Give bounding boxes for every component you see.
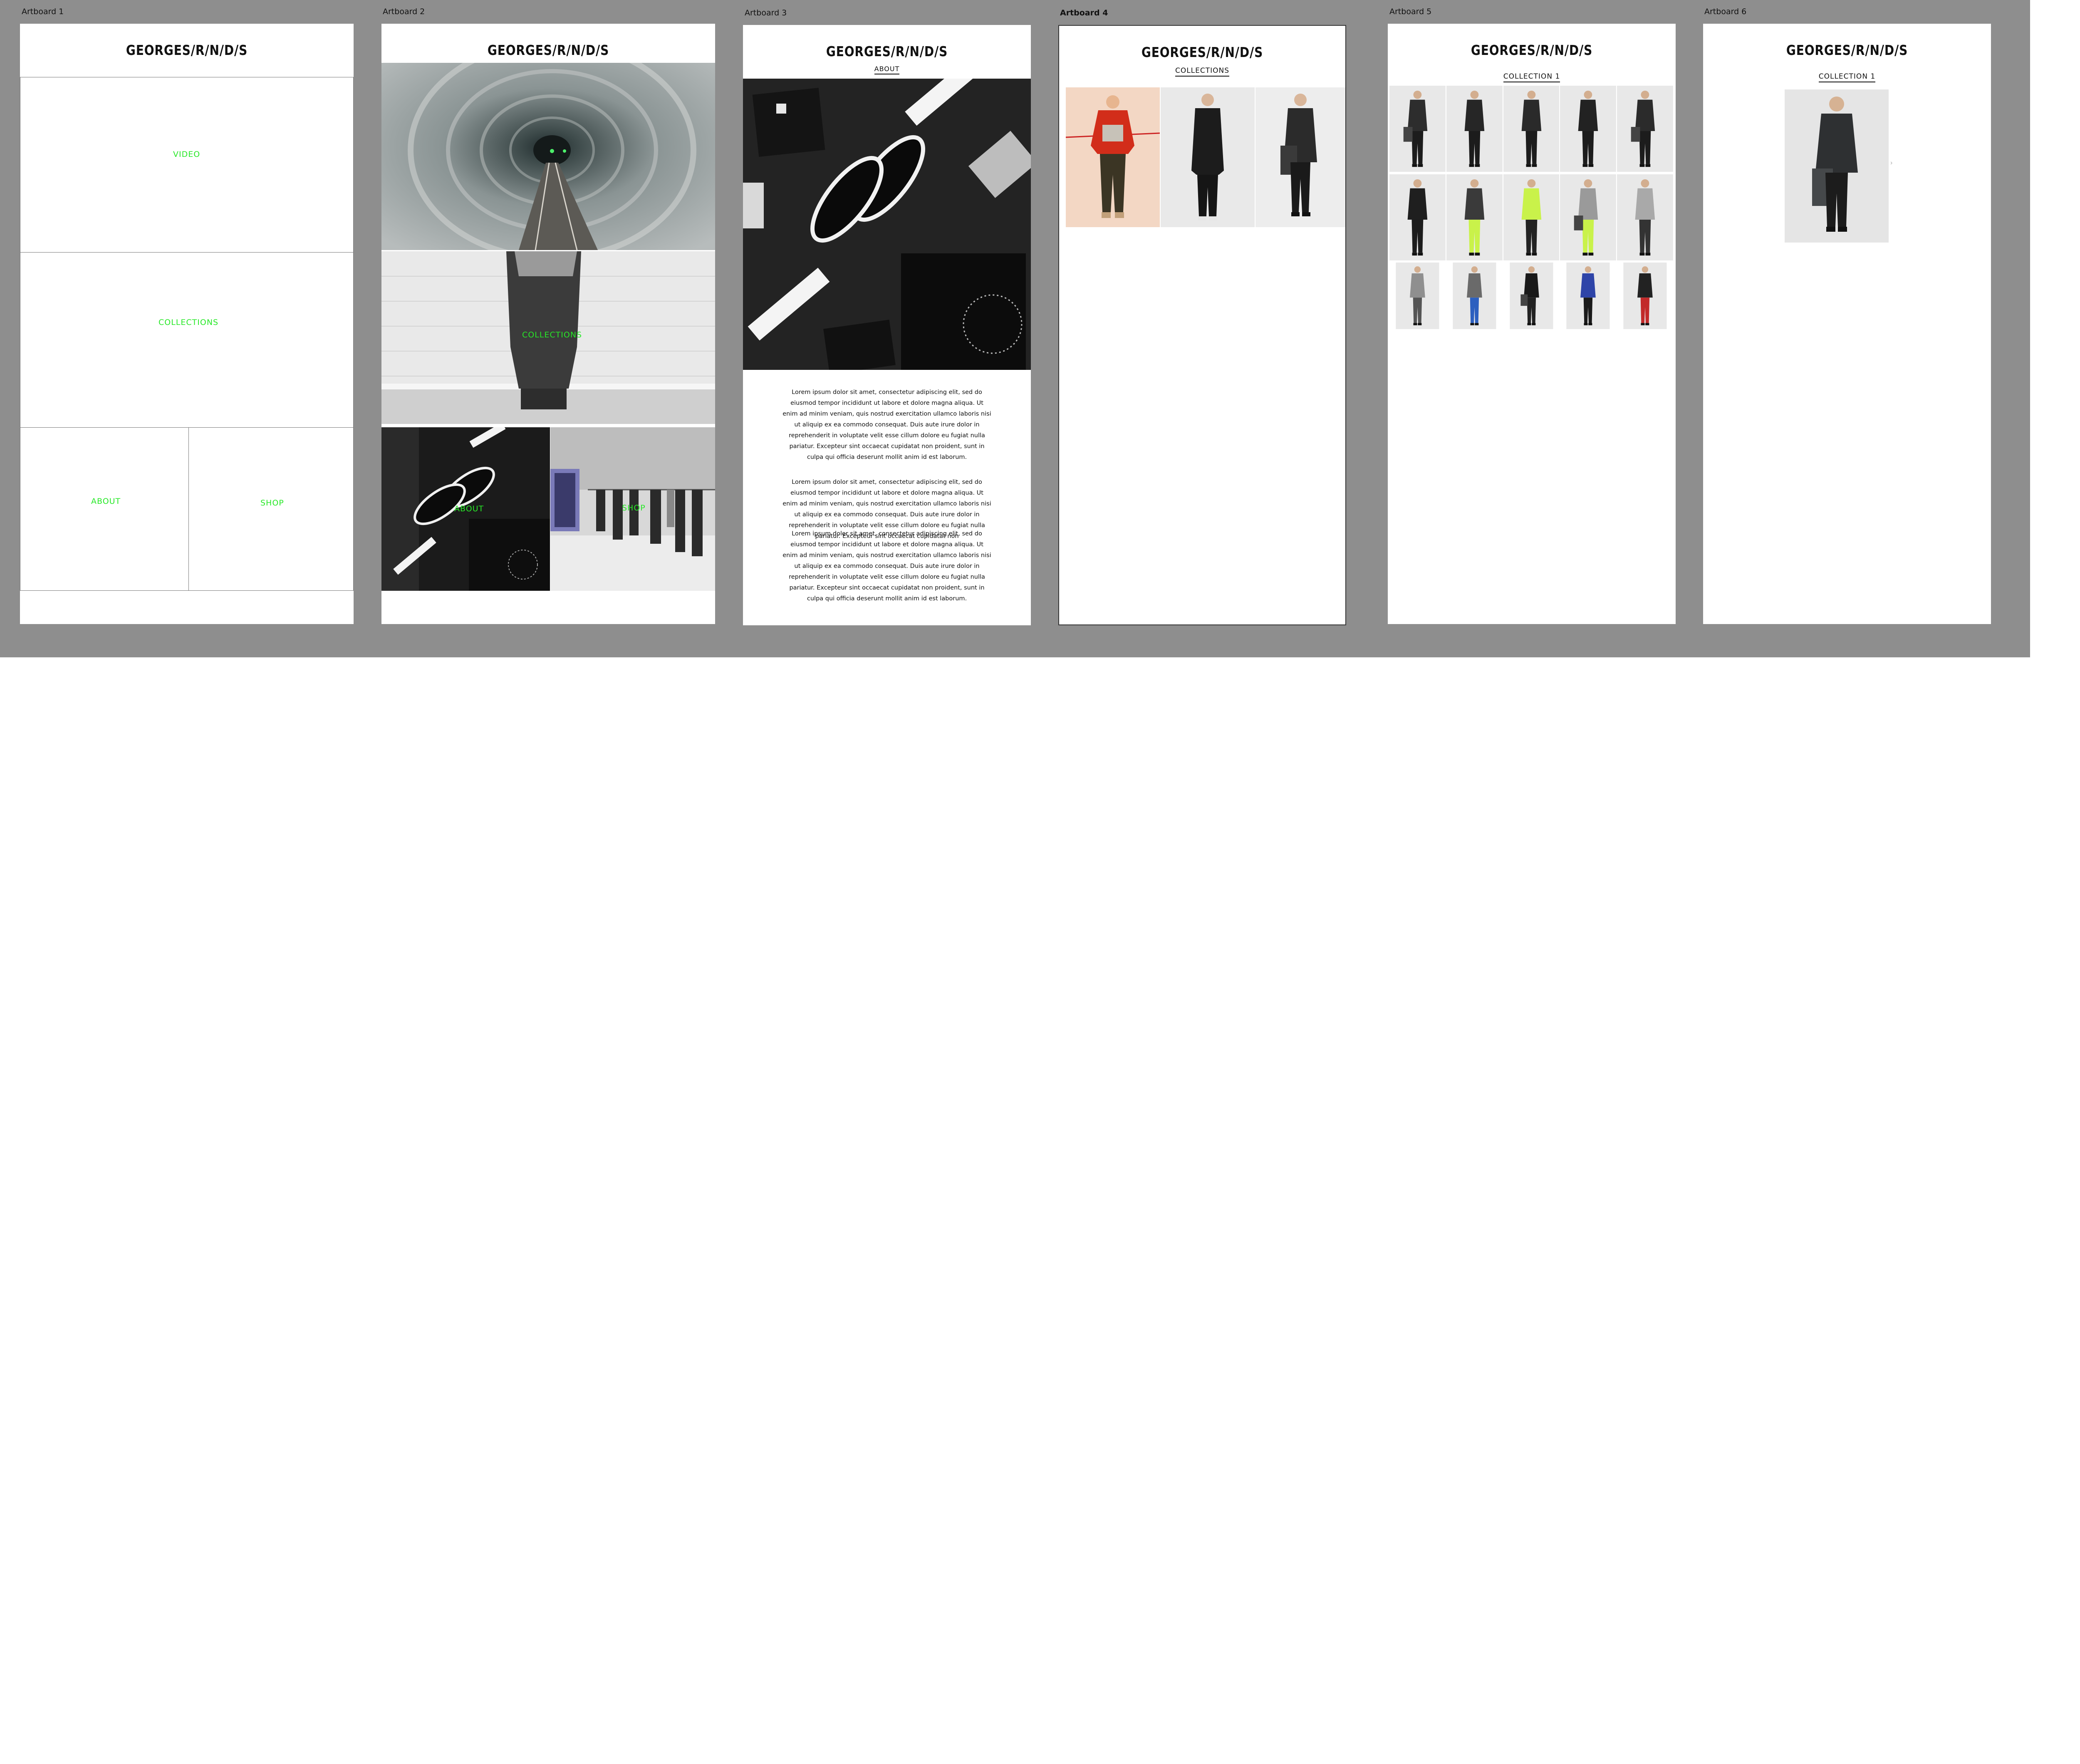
about-paragraph: Lorem ipsum dolor sit amet, consectetur …	[782, 389, 991, 461]
look-thumb[interactable]	[1446, 85, 1503, 172]
look-thumb[interactable]	[1389, 263, 1446, 329]
model-image	[1812, 97, 1858, 232]
collections-placeholder[interactable]: COLLECTIONS	[20, 252, 354, 428]
model-image	[1066, 95, 1160, 218]
brand-logo[interactable]: GEORGES/R/N/D/S	[1081, 44, 1324, 60]
look-thumb[interactable]	[1389, 85, 1446, 172]
brand-logo[interactable]: GEORGES/R/N/D/S	[765, 43, 1009, 59]
look-thumb[interactable]	[1446, 263, 1503, 329]
next-arrow-icon[interactable]: ›	[1890, 159, 1894, 168]
page-title: COLLECTION 1	[1388, 72, 1676, 82]
artboard-label: Artboard 3	[745, 8, 787, 17]
collection-thumb-2[interactable]	[1161, 87, 1255, 227]
page-title: COLLECTIONS	[1059, 67, 1345, 77]
shop-label: SHOP	[260, 498, 284, 508]
artboard-3[interactable]: GEORGES/R/N/D/S ABOUT Lorem ipsum dolor …	[743, 25, 1031, 625]
artboard-2[interactable]: GEORGES/R/N/D/S COLLECTIONS ABOUT SHOP	[381, 24, 715, 624]
collection-heading: COLLECTION 1	[1818, 72, 1876, 82]
video-still-tunnel[interactable]	[381, 63, 715, 250]
sneakers-flatlay	[743, 79, 1031, 370]
collection-thumb-1[interactable]	[1066, 87, 1160, 227]
about-label: ABOUT	[454, 504, 484, 513]
look-thumb[interactable]	[1560, 263, 1616, 329]
model-image	[1280, 94, 1317, 216]
page-title: ABOUT	[743, 65, 1031, 74]
brand-logo[interactable]: GEORGES/R/N/D/S	[45, 42, 329, 58]
artboard-label: Artboard 5	[1389, 7, 1432, 16]
model-image	[1191, 94, 1224, 220]
design-canvas: Artboard 1 GEORGES/R/N/D/S VIDEO COLLECT…	[0, 0, 2030, 657]
collection-heading: COLLECTION 1	[1503, 72, 1560, 82]
shop-still[interactable]: SHOP	[550, 427, 715, 591]
artboard-6[interactable]: GEORGES/R/N/D/S COLLECTION 1 ›	[1703, 24, 1991, 624]
video-label: VIDEO	[173, 150, 201, 159]
look-detail-image	[1785, 89, 1889, 243]
about-label: ABOUT	[91, 497, 121, 506]
look-thumb[interactable]	[1617, 174, 1673, 261]
about-paragraph: Lorem ipsum dolor sit amet, consectetur …	[782, 530, 991, 602]
about-still[interactable]: ABOUT	[381, 427, 550, 591]
look-thumb[interactable]	[1617, 263, 1673, 329]
collections-still[interactable]: COLLECTIONS	[381, 251, 715, 424]
brand-logo[interactable]: GEORGES/R/N/D/S	[1725, 42, 1969, 58]
about-placeholder[interactable]: ABOUT	[20, 427, 189, 591]
look-thumb[interactable]	[1446, 174, 1503, 261]
shop-placeholder[interactable]: SHOP	[188, 427, 354, 591]
brand-logo[interactable]: GEORGES/R/N/D/S	[406, 42, 690, 58]
look-thumb[interactable]	[1560, 85, 1617, 172]
artboard-label: Artboard 6	[1704, 7, 1747, 16]
about-hero-image	[743, 79, 1031, 370]
look-thumb[interactable]	[1503, 263, 1560, 329]
collections-label: COLLECTIONS	[522, 330, 582, 339]
collections-label: COLLECTIONS	[158, 318, 219, 327]
brand-logo[interactable]: GEORGES/R/N/D/S	[1409, 42, 1654, 58]
tunnel-image	[381, 63, 715, 250]
collections-heading: COLLECTIONS	[1175, 67, 1230, 77]
artboard-label: Artboard 2	[383, 7, 425, 16]
look-thumb[interactable]	[1617, 85, 1673, 172]
page-title: COLLECTION 1	[1703, 72, 1991, 82]
artboard-label: Artboard 1	[22, 7, 64, 16]
artboard-4[interactable]: GEORGES/R/N/D/S COLLECTIONS	[1058, 25, 1346, 625]
collection-thumb-3[interactable]	[1255, 87, 1345, 227]
look-thumb[interactable]	[1503, 85, 1560, 172]
video-placeholder[interactable]: VIDEO	[20, 77, 354, 253]
look-thumb[interactable]	[1560, 174, 1617, 261]
shop-label: SHOP	[622, 503, 646, 513]
look-thumb[interactable]	[1503, 174, 1560, 261]
artboard-label: Artboard 4	[1060, 8, 1108, 17]
look-grid	[1389, 85, 1674, 352]
artboard-1[interactable]: GEORGES/R/N/D/S VIDEO COLLECTIONS ABOUT …	[20, 24, 354, 624]
artboard-5[interactable]: GEORGES/R/N/D/S COLLECTION 1	[1388, 24, 1676, 624]
look-thumb[interactable]	[1389, 174, 1446, 261]
about-heading: ABOUT	[874, 65, 900, 74]
